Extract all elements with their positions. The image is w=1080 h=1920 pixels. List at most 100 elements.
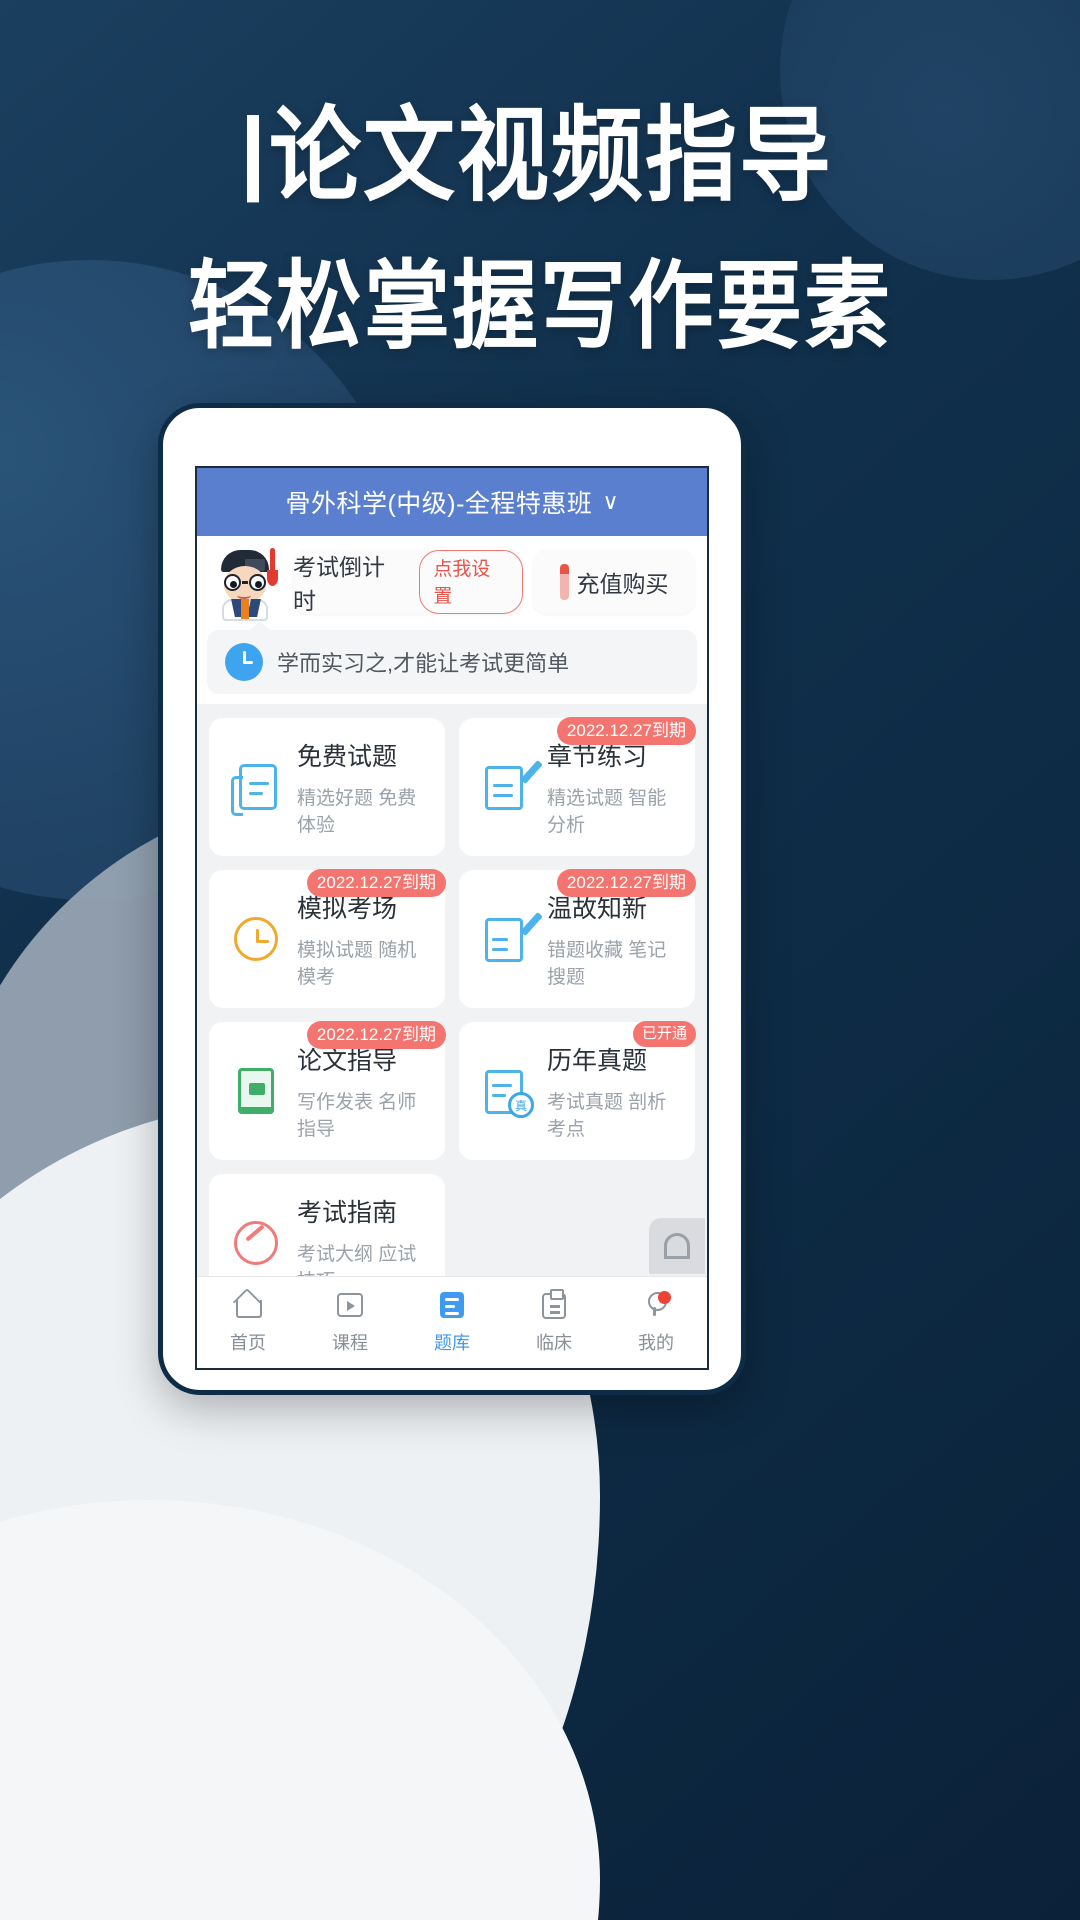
compass-shape xyxy=(234,1221,278,1265)
clock-icon xyxy=(225,643,263,681)
fab-icon xyxy=(664,1233,690,1259)
recharge-purchase-button[interactable]: 充值购买 xyxy=(533,550,695,614)
bottom-tab-bar: 首页 课程 题库 临床 我的 xyxy=(197,1276,707,1368)
countdown-set-button[interactable]: 点我设置 xyxy=(419,550,523,614)
card-text: 温故知新 错题收藏 笔记搜题 xyxy=(547,889,683,989)
headline-line-1-text: 论文视频指导 xyxy=(268,96,833,216)
tab-label: 我的 xyxy=(638,1333,674,1353)
home-icon xyxy=(231,1290,265,1322)
countdown-row: 考试倒计时 点我设置 充值购买 xyxy=(197,536,707,630)
floating-action-button[interactable] xyxy=(649,1218,705,1274)
card-subtitle: 写作发表 名师指导 xyxy=(297,1092,417,1140)
card-exam-guide[interactable]: 考试指南 考试大纲 应试技巧 xyxy=(209,1174,445,1276)
card-free-questions[interactable]: 免费试题 精选好题 免费体验 xyxy=(209,718,445,856)
avatar xyxy=(207,544,283,621)
stamp-icon: 真 xyxy=(508,1092,534,1118)
notice-wrapper: 学而实习之,才能让考试更简单 xyxy=(197,621,707,704)
expiry-badge: 2022.12.27到期 xyxy=(306,1021,446,1049)
tab-question-bank[interactable]: 题库 xyxy=(401,1277,503,1368)
edit-document-icon xyxy=(479,759,543,814)
tab-label: 课程 xyxy=(332,1333,368,1353)
card-text: 章节练习 精选试题 智能分析 xyxy=(547,737,683,837)
exam-stamp-icon: 真 xyxy=(479,1064,534,1118)
card-title: 考试指南 xyxy=(297,1199,398,1227)
document-icon-shape xyxy=(231,764,277,816)
app-viewport: 骨外科学(中级)-全程特惠班 ∨ 考试倒计时 点我设置 充值购买 学而实习之,才… xyxy=(195,466,709,1370)
notice-text: 学而实习之,才能让考试更简单 xyxy=(277,651,570,676)
tab-label: 题库 xyxy=(434,1333,470,1353)
card-text: 考试指南 考试大纲 应试技巧 xyxy=(297,1193,433,1276)
chevron-down-icon[interactable]: ∨ xyxy=(602,489,618,515)
tab-mine[interactable]: 我的 xyxy=(605,1277,707,1368)
headline-accent-bar xyxy=(246,115,259,203)
card-review[interactable]: 2022.12.27到期 温故知新 错题收藏 笔记搜题 xyxy=(459,869,696,1008)
document-line-2 xyxy=(249,792,263,795)
tab-label: 临床 xyxy=(536,1333,572,1353)
card-text: 历年真题 考试真题 剖析考点 xyxy=(547,1041,683,1141)
tab-courses[interactable]: 课程 xyxy=(299,1277,401,1368)
recharge-purchase-label: 充值购买 xyxy=(576,571,669,597)
avatar-tie xyxy=(241,599,249,619)
play-box-icon xyxy=(333,1290,367,1322)
expiry-badge: 2022.12.27到期 xyxy=(306,869,446,897)
status-badge: 已开通 xyxy=(632,1021,696,1047)
countdown-label: 考试倒计时 xyxy=(293,554,385,614)
headline-line-1: 论文视频指导 xyxy=(0,96,1080,218)
glasses-lens-left xyxy=(224,574,241,591)
app-title-bar[interactable]: 骨外科学(中级)-全程特惠班 ∨ xyxy=(197,468,707,536)
poster-headline: 论文视频指导 轻松掌握写作要素 xyxy=(0,96,1080,363)
glasses-lens-right xyxy=(249,574,266,591)
document-icon xyxy=(229,760,283,816)
pupil-left xyxy=(230,581,237,588)
cap-tassel-icon xyxy=(267,548,278,586)
notice-bar[interactable]: 学而实习之,才能让考试更简单 xyxy=(207,621,697,694)
edit-document-shape xyxy=(485,766,523,810)
card-subtitle: 考试真题 剖析考点 xyxy=(547,1092,667,1140)
phone-mockup: 骨外科学(中级)-全程特惠班 ∨ 考试倒计时 点我设置 充值购买 学而实习之,才… xyxy=(158,403,746,1395)
doc-line-2 xyxy=(493,794,513,797)
card-title: 免费试题 xyxy=(297,743,398,771)
card-subtitle: 精选好题 免费体验 xyxy=(297,788,417,836)
tab-label: 首页 xyxy=(230,1333,266,1353)
expiry-badge: 2022.12.27到期 xyxy=(556,717,696,745)
card-text: 免费试题 精选好题 免费体验 xyxy=(297,737,433,837)
document-line-1 xyxy=(249,782,269,785)
play-icon xyxy=(249,1083,265,1095)
pencil-icon xyxy=(520,759,543,785)
card-thesis-guidance[interactable]: 2022.12.27到期 论文指导 写作发表 名师指导 xyxy=(209,1021,446,1160)
note-line-1 xyxy=(492,938,508,941)
compass-icon xyxy=(229,1216,283,1270)
glasses-icon xyxy=(223,574,267,591)
tab-home[interactable]: 首页 xyxy=(197,1277,299,1368)
pencil-icon xyxy=(520,911,543,937)
card-mock-exam[interactable]: 2022.12.27到期 模拟考场 模拟试题 随机模考 xyxy=(209,869,446,1008)
question-bank-icon xyxy=(435,1290,469,1322)
clipboard-icon xyxy=(537,1289,571,1322)
video-book-icon xyxy=(229,1064,283,1118)
thermometer-icon xyxy=(559,564,569,600)
doc-line-1 xyxy=(493,784,513,787)
card-subtitle: 精选试题 智能分析 xyxy=(547,788,667,836)
clock-circle-shape xyxy=(234,917,278,961)
expiry-badge: 2022.12.27到期 xyxy=(556,869,696,897)
card-subtitle: 模拟试题 随机模考 xyxy=(297,940,417,988)
note-pencil-icon xyxy=(479,911,543,966)
countdown-button[interactable]: 考试倒计时 点我设置 xyxy=(293,550,523,614)
card-past-papers[interactable]: 已开通 真 历年真题 考试真题 剖析考点 xyxy=(459,1021,696,1160)
card-text: 模拟考场 模拟试题 随机模考 xyxy=(297,889,433,989)
feature-grid: 免费试题 精选好题 免费体验 2022.12.27到期 章节练习 精选试题 智能… xyxy=(197,704,707,1276)
book-base xyxy=(238,1107,274,1114)
card-subtitle: 考试大纲 应试技巧 xyxy=(297,1244,417,1276)
course-title: 骨外科学(中级)-全程特惠班 xyxy=(285,490,593,518)
card-subtitle: 错题收藏 笔记搜题 xyxy=(547,940,667,988)
card-chapter-practice[interactable]: 2022.12.27到期 章节练习 精选试题 智能分析 xyxy=(459,717,696,856)
avatar-smile xyxy=(237,592,251,599)
paper-line-2 xyxy=(492,1094,506,1097)
paper-line-1 xyxy=(492,1084,512,1087)
tab-clinical[interactable]: 临床 xyxy=(503,1277,605,1368)
phone-screen: 骨外科学(中级)-全程特惠班 ∨ 考试倒计时 点我设置 充值购买 学而实习之,才… xyxy=(171,416,733,1382)
card-text: 论文指导 写作发表 名师指导 xyxy=(297,1041,433,1141)
headline-line-2: 轻松掌握写作要素 xyxy=(188,250,892,363)
clock-circle-icon xyxy=(229,912,283,966)
pupil-right xyxy=(255,581,262,588)
